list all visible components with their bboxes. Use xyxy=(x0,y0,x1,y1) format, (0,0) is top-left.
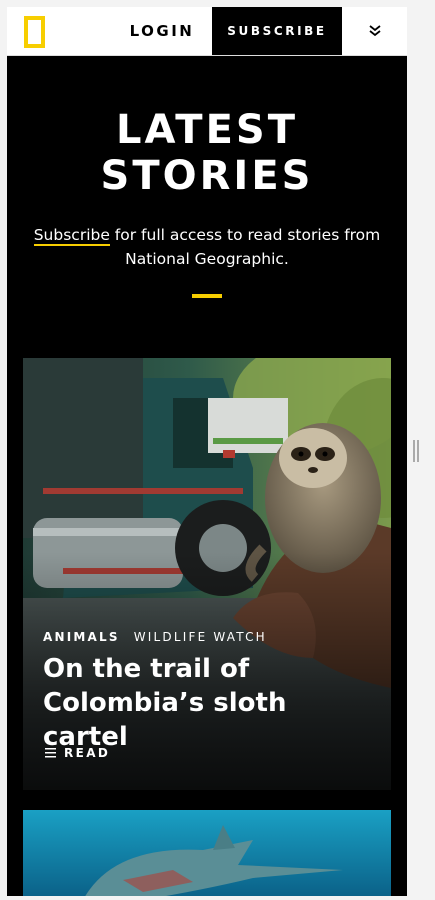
subscribe-button[interactable]: SUBSCRIBE xyxy=(212,7,342,55)
story-series[interactable]: WILDLIFE WATCH xyxy=(134,630,267,644)
menu-toggle-button[interactable] xyxy=(342,7,407,55)
list-icon xyxy=(45,748,56,758)
subtitle-text: for full access to read stories from Nat… xyxy=(109,226,381,268)
story-category[interactable]: ANIMALS xyxy=(43,630,120,644)
read-button[interactable]: READ xyxy=(45,746,110,760)
read-label: READ xyxy=(64,746,111,760)
story-title[interactable]: On the trail of Colombia’s sloth cartel xyxy=(43,652,373,754)
story-kicker: ANIMALS WILDLIFE WATCH xyxy=(43,630,267,644)
story-card-2[interactable] xyxy=(23,810,391,896)
double-chevron-down-icon xyxy=(368,25,381,37)
story-photo-2 xyxy=(23,810,391,896)
site-header: LOGIN SUBSCRIBE xyxy=(7,7,407,56)
resize-handle[interactable] xyxy=(413,440,419,462)
subscribe-link[interactable]: Subscribe xyxy=(33,226,110,246)
page-title: LATEST STORIES xyxy=(7,107,407,199)
nat-geo-logo-icon[interactable] xyxy=(24,16,45,48)
page-viewport: LOGIN SUBSCRIBE LATEST STORIES Subscribe… xyxy=(7,7,407,896)
login-button[interactable]: LOGIN xyxy=(112,7,212,55)
accent-divider xyxy=(192,294,222,298)
hero-subtitle: Subscribe for full access to read storie… xyxy=(27,223,387,271)
title-line-1: LATEST xyxy=(115,107,299,153)
title-line-2: STORIES xyxy=(100,153,314,199)
story-card[interactable]: ANIMALS WILDLIFE WATCH On the trail of Co… xyxy=(23,358,391,790)
